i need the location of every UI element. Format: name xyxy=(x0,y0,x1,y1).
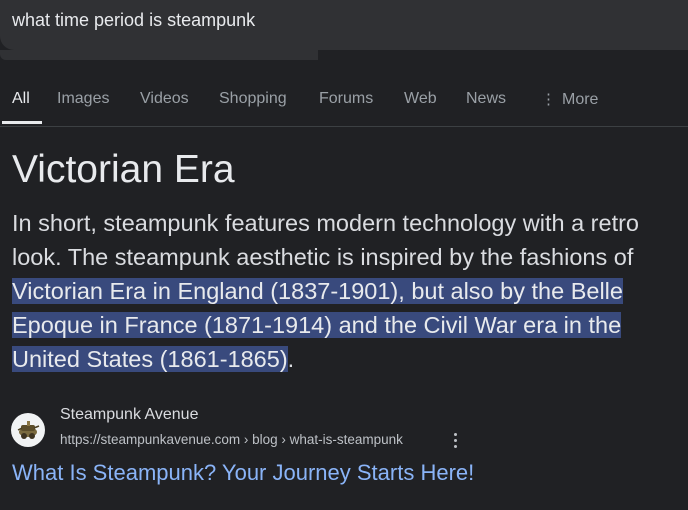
snippet-text: In short, steampunk features modern tech… xyxy=(12,210,639,270)
answer-title: Victorian Era xyxy=(12,148,235,191)
search-tabs: All Images Videos Shopping Forums Web Ne… xyxy=(0,78,688,127)
more-vert-icon[interactable] xyxy=(448,430,462,450)
more-vert-icon: ⋮ xyxy=(541,91,556,108)
source-name[interactable]: Steampunk Avenue xyxy=(60,406,198,424)
active-tab-indicator xyxy=(2,121,42,124)
search-bar: what time period is steampunk xyxy=(0,0,688,60)
answer-snippet: In short, steampunk features modern tech… xyxy=(12,206,688,376)
tab-more-label: More xyxy=(562,91,599,108)
tab-shopping[interactable]: Shopping xyxy=(219,90,287,108)
tab-more[interactable]: ⋮ More xyxy=(541,90,598,109)
tab-news[interactable]: News xyxy=(466,90,506,108)
search-input[interactable]: what time period is steampunk xyxy=(0,0,688,60)
snippet-highlight: Victorian Era in England (1837-1901), bu… xyxy=(12,278,623,372)
tab-all[interactable]: All xyxy=(12,90,30,108)
tab-forums[interactable]: Forums xyxy=(319,90,373,108)
snippet-end: . xyxy=(287,346,295,372)
search-query-text[interactable]: what time period is steampunk xyxy=(12,10,255,31)
tab-videos[interactable]: Videos xyxy=(140,90,189,108)
tab-web[interactable]: Web xyxy=(404,90,437,108)
result-title-link[interactable]: What Is Steampunk? Your Journey Starts H… xyxy=(12,460,474,486)
search-results-page: what time period is steampunk All Images… xyxy=(0,0,688,510)
steampunk-logo-icon[interactable] xyxy=(11,413,45,447)
source-url[interactable]: https://steampunkavenue.com › blog › wha… xyxy=(60,432,403,447)
tab-images[interactable]: Images xyxy=(57,90,109,108)
